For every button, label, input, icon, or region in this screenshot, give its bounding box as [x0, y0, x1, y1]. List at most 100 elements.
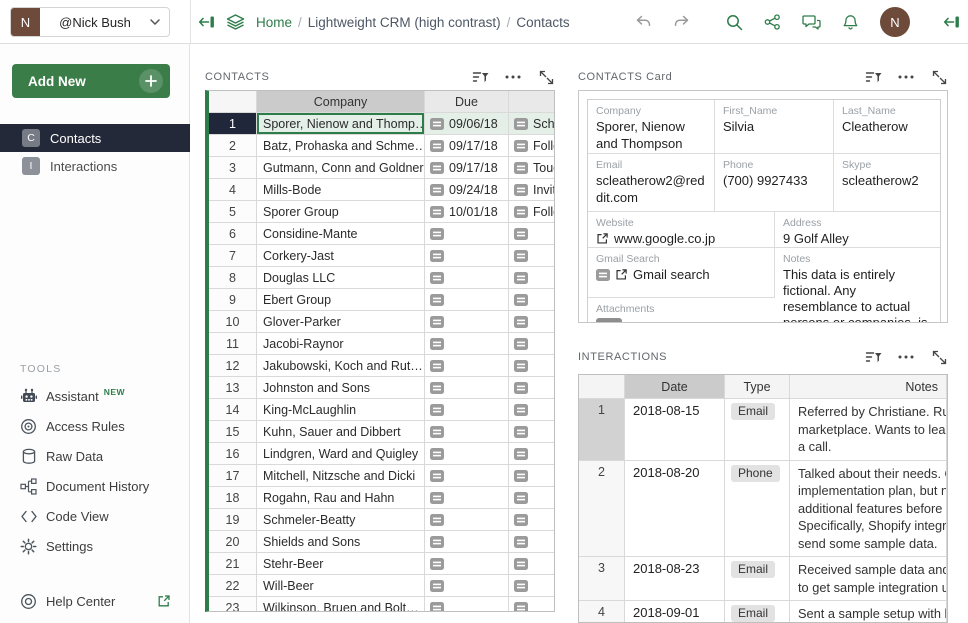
sort-filter-icon[interactable]: [864, 69, 882, 85]
row-number-cell[interactable]: 15: [209, 421, 257, 443]
due-cell[interactable]: [425, 531, 509, 553]
next-step-cell[interactable]: [509, 531, 555, 553]
due-cell[interactable]: [425, 553, 509, 575]
next-step-cell[interactable]: [509, 355, 555, 377]
row-number-cell[interactable]: 19: [209, 509, 257, 531]
field-address[interactable]: Address 9 Golf Alley: [775, 212, 940, 248]
next-step-cell[interactable]: [509, 421, 555, 443]
row-number-cell[interactable]: 2: [209, 135, 257, 157]
row-number-cell[interactable]: 11: [209, 333, 257, 355]
contact-table-row[interactable]: 15 Kuhn, Sauer and Dibbert: [209, 421, 555, 443]
type-cell[interactable]: Email: [725, 601, 790, 623]
company-cell[interactable]: Kuhn, Sauer and Dibbert: [257, 421, 425, 443]
company-cell[interactable]: Sporer Group: [257, 201, 425, 223]
add-new-button[interactable]: Add New: [12, 64, 170, 98]
contact-table-row[interactable]: 8 Douglas LLC: [209, 267, 555, 289]
paperclip-icon[interactable]: [596, 318, 622, 323]
company-cell[interactable]: Mills-Bode: [257, 179, 425, 201]
contact-table-row[interactable]: 13 Johnston and Sons: [209, 377, 555, 399]
due-cell[interactable]: [425, 289, 509, 311]
company-cell[interactable]: Sporer, Nienow and Thomp…: [257, 113, 425, 135]
tool-item-code-view[interactable]: Code View: [0, 501, 190, 531]
due-cell[interactable]: [425, 597, 509, 612]
due-cell[interactable]: [425, 487, 509, 509]
company-cell[interactable]: King-McLaughlin: [257, 399, 425, 421]
tool-item-document-history[interactable]: Document History: [0, 471, 190, 501]
external-link-icon[interactable]: [596, 232, 609, 245]
company-cell[interactable]: Ebert Group: [257, 289, 425, 311]
breadcrumb-home-link[interactable]: Home: [256, 15, 292, 30]
interaction-table-row[interactable]: 3 2018-08-23 Email Received sample data …: [579, 557, 947, 601]
row-number-cell[interactable]: 18: [209, 487, 257, 509]
contact-table-row[interactable]: 12 Jakubowski, Koch and Rut…: [209, 355, 555, 377]
company-cell[interactable]: Shields and Sons: [257, 531, 425, 553]
notes-cell[interactable]: Received sample data and rto get sample …: [790, 557, 947, 601]
contact-table-row[interactable]: 20 Shields and Sons: [209, 531, 555, 553]
next-step-cell[interactable]: Follo: [509, 201, 555, 223]
user-avatar[interactable]: N: [880, 7, 910, 37]
row-number-cell[interactable]: 20: [209, 531, 257, 553]
date-cell[interactable]: 2018-08-20: [625, 461, 725, 558]
next-step-cell[interactable]: [509, 333, 555, 355]
company-cell[interactable]: Mitchell, Nitzsche and Dicki: [257, 465, 425, 487]
breadcrumb-document[interactable]: Lightweight CRM (high contrast): [308, 15, 501, 30]
tool-item-assistant[interactable]: Assistant NEW: [0, 381, 190, 411]
contact-table-row[interactable]: 21 Stehr-Beer: [209, 553, 555, 575]
field-skype[interactable]: Skype scleatherow2: [834, 154, 940, 212]
next-step-cell[interactable]: [509, 597, 555, 612]
row-number-cell[interactable]: 4: [209, 179, 257, 201]
share-icon[interactable]: [764, 14, 781, 30]
row-number-cell[interactable]: 5: [209, 201, 257, 223]
due-cell[interactable]: 09/17/18: [425, 157, 509, 179]
search-icon[interactable]: [726, 14, 743, 31]
row-number-cell[interactable]: 16: [209, 443, 257, 465]
next-step-cell[interactable]: [509, 399, 555, 421]
company-cell[interactable]: Gutmann, Conn and Goldner: [257, 157, 425, 179]
contact-table-row[interactable]: 2 Batz, Prohaska and Schme… 09/17/18 Fol…: [209, 135, 555, 157]
column-header-extra[interactable]: [509, 91, 555, 113]
contact-table-row[interactable]: 1 Sporer, Nienow and Thomp… 09/06/18 Sch…: [209, 113, 555, 135]
company-cell[interactable]: Lindgren, Ward and Quigley: [257, 443, 425, 465]
due-cell[interactable]: [425, 443, 509, 465]
column-header-company[interactable]: Company: [257, 91, 425, 113]
date-cell[interactable]: 2018-08-23: [625, 557, 725, 601]
field-last-name[interactable]: Last_Name Cleatherow: [834, 100, 940, 154]
next-step-cell[interactable]: [509, 575, 555, 597]
next-step-cell[interactable]: [509, 487, 555, 509]
company-cell[interactable]: Schmeler-Beatty: [257, 509, 425, 531]
contact-table-row[interactable]: 16 Lindgren, Ward and Quigley: [209, 443, 555, 465]
chat-icon[interactable]: [802, 14, 821, 30]
interactions-table[interactable]: Date Type Notes 1 2018-08-15 Email Refer…: [578, 374, 948, 623]
collapse-panel-icon[interactable]: [943, 15, 960, 29]
field-attachments[interactable]: Attachments: [588, 298, 775, 323]
interaction-table-row[interactable]: 2 2018-08-20 Phone Talked about their ne…: [579, 461, 947, 558]
next-step-cell[interactable]: [509, 509, 555, 531]
contact-table-row[interactable]: 3 Gutmann, Conn and Goldner 09/17/18 Tou…: [209, 157, 555, 179]
type-cell[interactable]: Email: [725, 399, 790, 461]
next-step-cell[interactable]: [509, 377, 555, 399]
collapse-sidebar-icon[interactable]: [198, 15, 215, 29]
due-cell[interactable]: [425, 465, 509, 487]
field-email[interactable]: Email scleatherow2@reddit.com: [588, 154, 715, 212]
field-notes[interactable]: Notes This data is entirely fictional. A…: [775, 248, 940, 323]
contact-table-row[interactable]: 14 King-McLaughlin: [209, 399, 555, 421]
contact-table-row[interactable]: 5 Sporer Group 10/01/18 Follo: [209, 201, 555, 223]
company-cell[interactable]: Douglas LLC: [257, 267, 425, 289]
row-number-cell[interactable]: 2: [579, 461, 625, 558]
company-cell[interactable]: Glover-Parker: [257, 311, 425, 333]
row-number-cell[interactable]: 8: [209, 267, 257, 289]
contact-table-row[interactable]: 7 Corkery-Jast: [209, 245, 555, 267]
row-number-cell[interactable]: 23: [209, 597, 257, 612]
due-cell[interactable]: 09/17/18: [425, 135, 509, 157]
row-number-cell[interactable]: 14: [209, 399, 257, 421]
contact-table-row[interactable]: 9 Ebert Group: [209, 289, 555, 311]
column-header-notes[interactable]: Notes: [790, 375, 947, 399]
expand-panel-icon[interactable]: [930, 69, 948, 85]
row-number-cell[interactable]: 21: [209, 553, 257, 575]
due-cell[interactable]: 10/01/18: [425, 201, 509, 223]
next-step-cell[interactable]: [509, 443, 555, 465]
date-cell[interactable]: 2018-08-15: [625, 399, 725, 461]
contact-table-row[interactable]: 19 Schmeler-Beatty: [209, 509, 555, 531]
sort-filter-icon[interactable]: [471, 69, 489, 85]
field-company[interactable]: Company Sporer, Nienow and Thompson: [588, 100, 715, 154]
